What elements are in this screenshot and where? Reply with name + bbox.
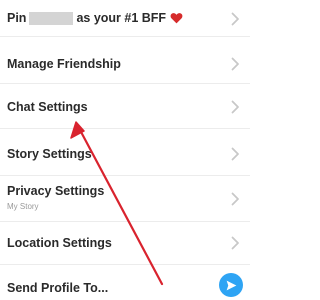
- redacted-name: [29, 11, 74, 25]
- chevron-right-icon: [231, 192, 239, 206]
- chevron-right-icon: [231, 12, 239, 26]
- pin-suffix: as your #1 BFF: [76, 11, 167, 25]
- send-arrow-icon: [226, 280, 236, 290]
- manage-friendship-row[interactable]: Manage Friendship: [0, 37, 250, 84]
- heart-icon: [170, 13, 183, 24]
- chevron-right-icon: [231, 147, 239, 161]
- send-profile-label: Send Profile To...: [7, 281, 109, 295]
- location-settings-row[interactable]: Location Settings: [0, 222, 250, 265]
- privacy-settings-sublabel: My Story: [7, 202, 39, 211]
- chevron-right-icon: [231, 236, 239, 250]
- send-profile-row[interactable]: Send Profile To...: [0, 265, 250, 300]
- friend-profile-menu: Pin as your #1 BFF Manage Friendship Cha…: [0, 0, 250, 300]
- privacy-settings-label: Privacy Settings: [7, 184, 105, 198]
- send-button[interactable]: [219, 273, 243, 297]
- chevron-right-icon: [231, 57, 239, 71]
- pin-prefix: Pin: [7, 11, 27, 25]
- pin-bff-row[interactable]: Pin as your #1 BFF: [0, 0, 250, 37]
- pin-bff-label: Pin as your #1 BFF: [7, 11, 183, 25]
- location-settings-label: Location Settings: [7, 236, 112, 250]
- story-settings-row[interactable]: Story Settings: [0, 129, 250, 176]
- privacy-settings-row[interactable]: Privacy Settings My Story: [0, 176, 250, 222]
- chat-settings-label: Chat Settings: [7, 100, 88, 114]
- story-settings-label: Story Settings: [7, 147, 92, 161]
- chevron-right-icon: [231, 100, 239, 114]
- chat-settings-row[interactable]: Chat Settings: [0, 84, 250, 129]
- manage-friendship-label: Manage Friendship: [7, 57, 121, 71]
